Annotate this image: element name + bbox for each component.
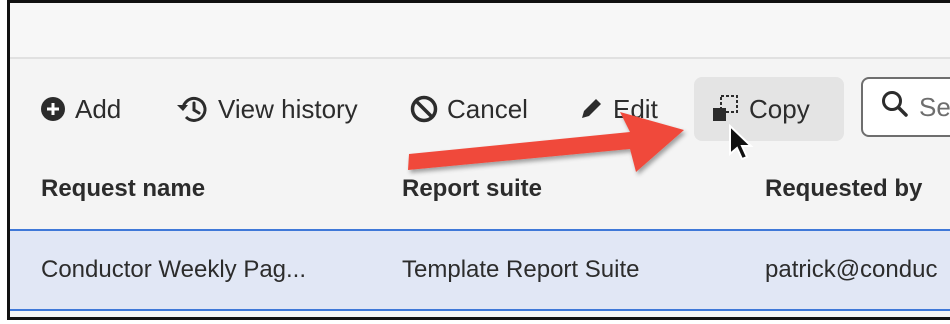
- search-icon: [881, 90, 909, 125]
- search-placeholder: Se: [919, 91, 950, 122]
- add-button[interactable]: Add: [40, 77, 121, 141]
- cell-request-name: Conductor Weekly Pag...: [41, 256, 307, 283]
- column-header-requested-by[interactable]: Requested by: [765, 175, 922, 203]
- edit-label: Edit: [613, 93, 658, 124]
- add-label: Add: [75, 93, 122, 124]
- table-header: Request name Report suite Requested by: [10, 165, 950, 229]
- search-field[interactable]: Se: [861, 77, 950, 137]
- edit-button[interactable]: Edit: [578, 77, 658, 141]
- copy-icon: [710, 94, 740, 124]
- copy-button[interactable]: Copy: [694, 77, 844, 141]
- toolbar: Add View history Cancel Edit Copy Se: [10, 57, 950, 165]
- cell-report-suite: Template Report Suite: [402, 256, 640, 283]
- cancel-button[interactable]: Cancel: [410, 77, 528, 141]
- copy-label: Copy: [749, 93, 810, 124]
- view-history-button[interactable]: View history: [175, 77, 358, 141]
- cursor-icon: [729, 124, 754, 161]
- top-bar: [10, 3, 950, 59]
- cancel-label: Cancel: [447, 93, 528, 124]
- add-icon: [40, 96, 66, 122]
- table-row[interactable]: Conductor Weekly Pag... Template Report …: [10, 229, 950, 311]
- view-history-label: View history: [218, 93, 358, 124]
- history-icon: [175, 94, 209, 124]
- edit-icon: [578, 96, 604, 122]
- app-window: Add View history Cancel Edit Copy Se Req…: [7, 0, 950, 320]
- cell-requested-by: patrick@conduc: [765, 256, 938, 283]
- column-header-request-name[interactable]: Request name: [41, 175, 205, 203]
- column-header-report-suite[interactable]: Report suite: [402, 175, 542, 203]
- cancel-icon: [410, 95, 438, 123]
